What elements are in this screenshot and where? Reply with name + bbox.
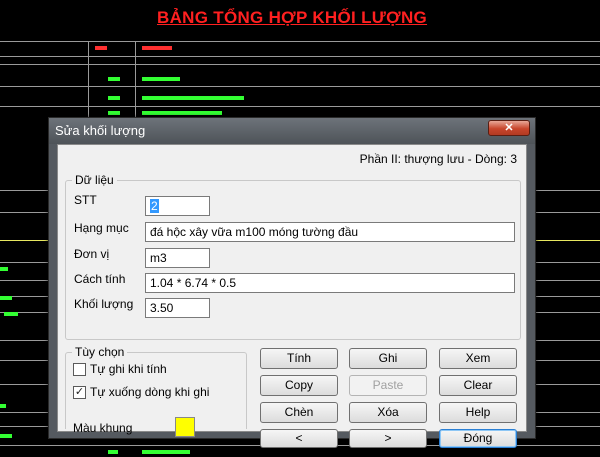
hang-muc-input[interactable]: đá hộc xây vữa m100 móng tường đầu bbox=[145, 222, 515, 242]
don-vi-input[interactable]: m3 bbox=[145, 248, 210, 268]
check-icon: ✓ bbox=[74, 386, 85, 398]
grid-line bbox=[0, 56, 600, 57]
auto-save-label[interactable]: Tự ghi khi tính bbox=[90, 362, 167, 376]
cad-text-block bbox=[142, 96, 244, 100]
cad-text-block bbox=[0, 404, 6, 408]
options-group: Tùy chọn Tự ghi khi tính ✓ Tự xuống dòng… bbox=[65, 345, 247, 437]
tinh-button[interactable]: Tính bbox=[260, 348, 338, 369]
cad-text-block bbox=[0, 296, 12, 300]
cad-text-block bbox=[142, 77, 180, 81]
next-button[interactable]: > bbox=[349, 429, 427, 448]
grid-column-line bbox=[88, 41, 89, 117]
dialog-client-area: Phần II: thượng lưu - Dòng: 3 Dữ liệu ST… bbox=[57, 144, 527, 448]
khoi-luong-label: Khối lượng bbox=[74, 297, 134, 311]
auto-save-checkbox[interactable] bbox=[73, 363, 86, 376]
drawing-title: BẢNG TỔNG HỢP KHỐI LƯỢNG bbox=[157, 8, 428, 27]
chen-button[interactable]: Chèn bbox=[260, 402, 338, 423]
frame-color-swatch[interactable] bbox=[175, 417, 195, 437]
cad-text-block bbox=[142, 450, 190, 454]
hang-muc-label: Hạng mục bbox=[74, 221, 129, 235]
stt-value: 2 bbox=[150, 199, 159, 213]
auto-down-label[interactable]: Tự xuống dòng khi ghi bbox=[90, 385, 209, 399]
stt-input[interactable]: 2 bbox=[145, 196, 210, 216]
grid-line bbox=[0, 106, 600, 107]
cad-text-block bbox=[108, 96, 120, 100]
data-group-legend: Dữ liệu bbox=[72, 173, 117, 187]
cach-tinh-label: Cách tính bbox=[74, 272, 126, 286]
grid-line bbox=[0, 41, 600, 42]
grid-line bbox=[0, 86, 600, 87]
section-line-info: Phần II: thượng lưu - Dòng: 3 bbox=[359, 152, 517, 166]
auto-down-checkbox[interactable]: ✓ bbox=[73, 386, 86, 399]
prev-button[interactable]: < bbox=[260, 429, 338, 448]
frame-color-label: Màu khung bbox=[73, 421, 133, 435]
grid-column-line bbox=[135, 41, 136, 117]
dialog-titlebar[interactable]: Sửa khối lượng ✕ bbox=[49, 118, 535, 144]
ghi-button[interactable]: Ghi bbox=[349, 348, 427, 369]
khoi-luong-input[interactable]: 3.50 bbox=[145, 298, 210, 318]
xem-button[interactable]: Xem bbox=[439, 348, 517, 369]
paste-button[interactable]: Paste bbox=[349, 375, 427, 396]
clear-button[interactable]: Clear bbox=[439, 375, 517, 396]
cad-text-block bbox=[108, 77, 120, 81]
cad-text-block bbox=[108, 111, 120, 115]
grid-line bbox=[0, 64, 600, 65]
don-vi-label: Đơn vị bbox=[74, 247, 110, 261]
cad-text-block bbox=[95, 46, 107, 50]
cad-text-block bbox=[142, 46, 172, 50]
cad-text-block bbox=[142, 111, 222, 115]
dialog-title: Sửa khối lượng bbox=[55, 123, 146, 138]
data-group: Dữ liệu STT 2 Hạng mục đá hộc xây vữa m1… bbox=[65, 173, 521, 340]
xoa-button[interactable]: Xóa bbox=[349, 402, 427, 423]
help-button[interactable]: Help bbox=[439, 402, 517, 423]
cad-text-block bbox=[108, 450, 118, 454]
cad-text-block bbox=[4, 312, 18, 316]
cad-text-block bbox=[0, 434, 12, 438]
edit-quantity-dialog: Sửa khối lượng ✕ Phần II: thượng lưu - D… bbox=[48, 117, 536, 448]
close-button[interactable]: ✕ bbox=[488, 120, 530, 136]
cach-tinh-input[interactable]: 1.04 * 6.74 * 0.5 bbox=[145, 273, 515, 293]
stt-label: STT bbox=[74, 193, 97, 207]
copy-button[interactable]: Copy bbox=[260, 375, 338, 396]
cad-text-block bbox=[0, 267, 8, 271]
close-icon: ✕ bbox=[504, 122, 514, 134]
dong-button[interactable]: Đóng bbox=[439, 429, 517, 448]
options-group-legend: Tùy chọn bbox=[72, 345, 128, 359]
